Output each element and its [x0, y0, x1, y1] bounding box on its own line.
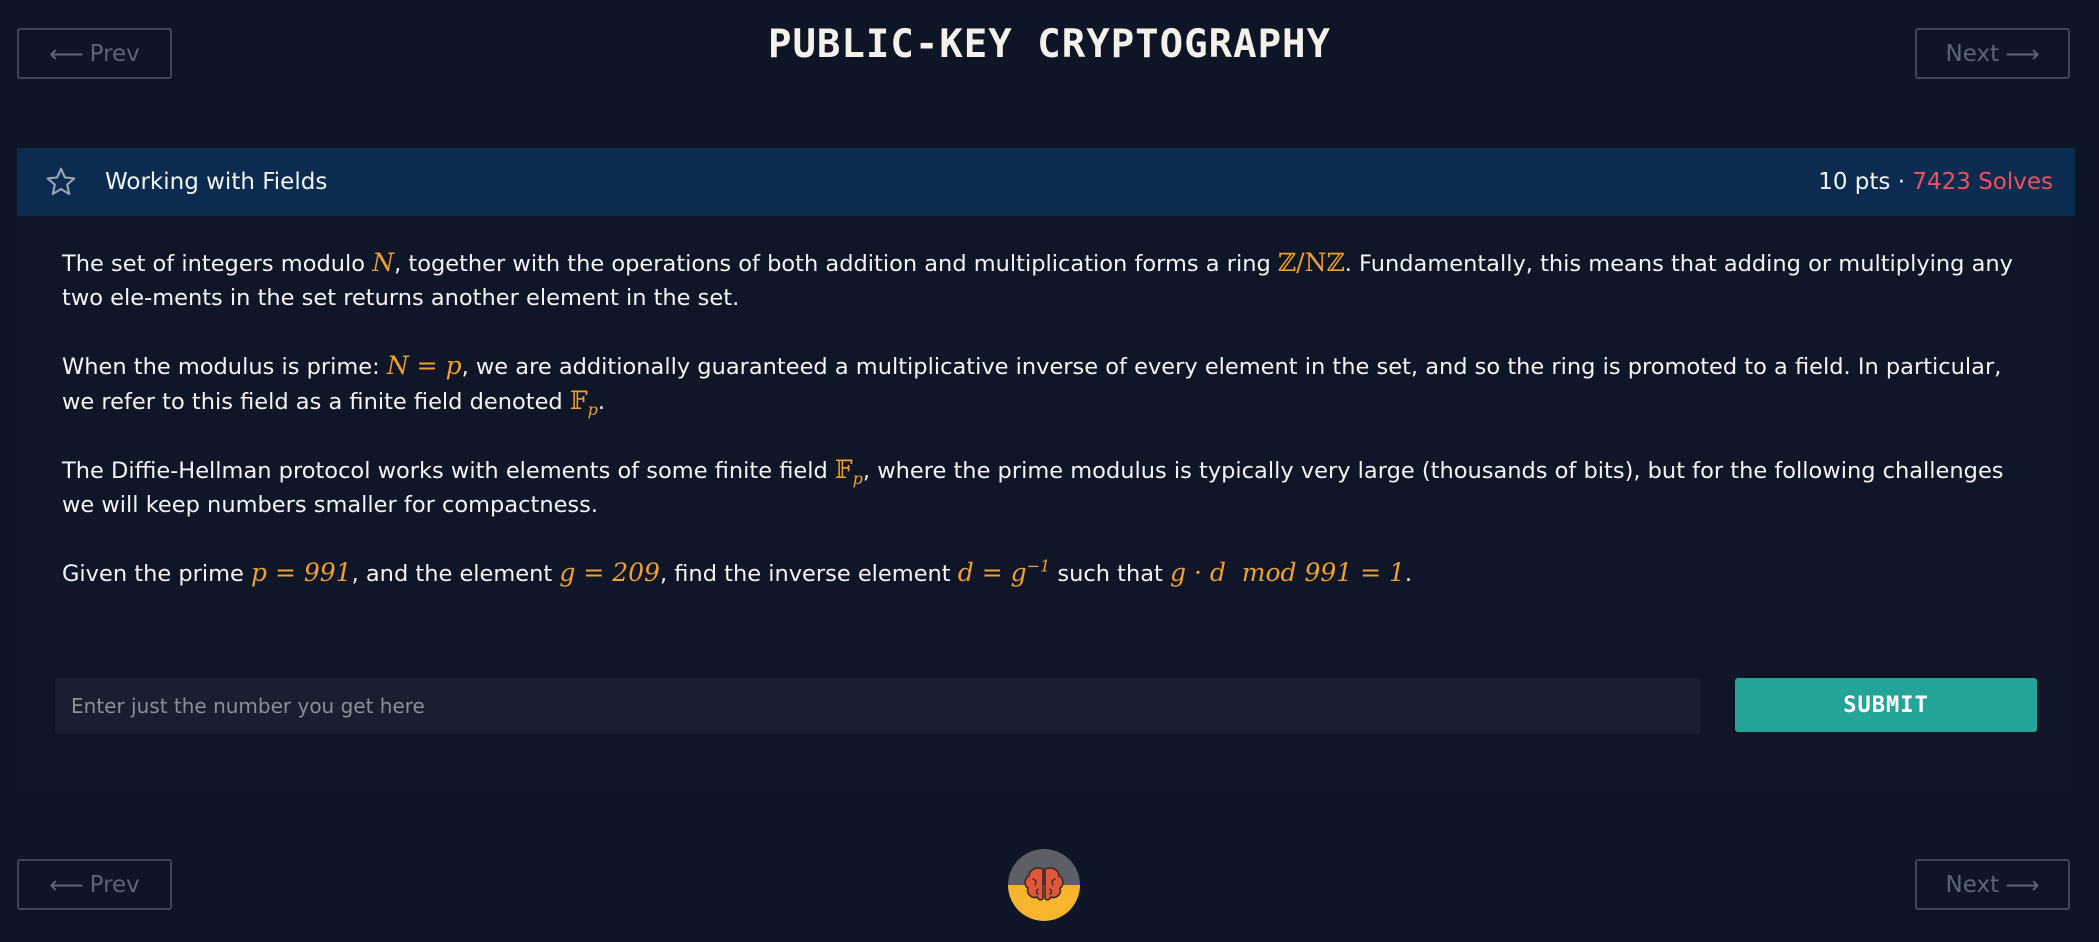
field-subscript: p [587, 400, 598, 419]
stats-separator: · [1890, 169, 1913, 195]
math-ring: ℤ/Nℤ [1277, 248, 1345, 277]
field-subscript: p [852, 469, 863, 488]
points-value: 10 pts [1818, 169, 1891, 195]
challenge-stats: 10 pts · 7423 Solves [1818, 169, 2053, 195]
challenge-description: The set of integers modulo N, together w… [17, 216, 2075, 591]
math-inverse: d = g−1 [958, 558, 1050, 587]
math-field: 𝔽p [569, 386, 598, 418]
left-arrow-icon: ⟵ [49, 870, 84, 899]
paragraph-1: The set of integers modulo N, together w… [62, 246, 2030, 315]
field-symbol: 𝔽 [569, 386, 588, 415]
text: , find the inverse element [659, 561, 958, 587]
prev-button-bottom[interactable]: ⟵ Prev [17, 859, 172, 910]
text: , and the element [351, 561, 560, 587]
challenge-title: Working with Fields [105, 169, 328, 195]
text: The set of integers modulo [62, 251, 373, 277]
text: When the modulus is prime: [62, 354, 387, 380]
next-label: Next [1945, 40, 2000, 67]
next-label: Next [1945, 871, 2000, 898]
page-title: PUBLIC-KEY CRYPTOGRAPHY [767, 22, 1332, 67]
right-arrow-icon: ⟶ [2005, 870, 2040, 899]
text: Given the prime [62, 561, 252, 587]
submit-button[interactable]: SUBMIT [1735, 678, 2037, 732]
challenge-header: Working with Fields 10 pts · 7423 Solves [17, 148, 2075, 216]
math-element: g = 209 [559, 558, 660, 587]
inverse-exponent: −1 [1026, 556, 1051, 576]
next-button-top[interactable]: Next ⟶ [1915, 28, 2070, 79]
text: , together with the operations of both a… [394, 251, 1278, 277]
text: such that [1050, 561, 1170, 587]
text: . [597, 389, 606, 415]
answer-input[interactable] [55, 678, 1701, 734]
text: The Diffie-Hellman protocol works with e… [62, 458, 835, 484]
brain-logo-icon[interactable] [1008, 849, 1080, 921]
math-n: N [372, 248, 395, 277]
paragraph-2: When the modulus is prime: N = p, we are… [62, 349, 2030, 419]
star-icon[interactable] [45, 165, 79, 199]
paragraph-4: Given the prime p = 991, and the element… [62, 556, 2030, 591]
math-congruence: g · d mod 991 = 1 [1170, 558, 1405, 587]
answer-form: SUBMIT [55, 678, 2037, 734]
prev-label: Prev [89, 871, 140, 898]
math-prime: p = 991 [251, 558, 352, 587]
math-field: 𝔽p [834, 455, 863, 487]
text: . [1404, 561, 1413, 587]
next-button-bottom[interactable]: Next ⟶ [1915, 859, 2070, 910]
inverse-base: d = g [957, 558, 1027, 587]
math-n-equals-p: N = p [386, 351, 462, 380]
right-arrow-icon: ⟶ [2005, 39, 2040, 68]
page: ⟵ Prev PUBLIC-KEY CRYPTOGRAPHY Next ⟶ Wo… [0, 0, 2099, 942]
field-symbol: 𝔽 [834, 455, 853, 484]
paragraph-3: The Diffie-Hellman protocol works with e… [62, 453, 2030, 522]
solves-count: 7423 Solves [1912, 169, 2053, 195]
challenge-card: Working with Fields 10 pts · 7423 Solves… [17, 148, 2075, 791]
